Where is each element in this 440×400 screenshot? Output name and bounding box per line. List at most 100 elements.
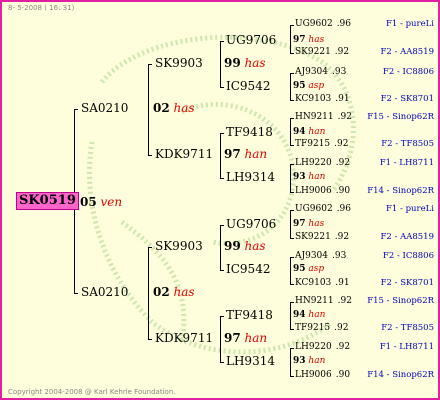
gen4-year: .92 [334, 139, 349, 149]
gen3-label[interactable]: LH9314 [226, 355, 275, 367]
gen4-label[interactable]: SK9221.92 [295, 48, 349, 57]
bracket-gen3 [290, 257, 291, 284]
connector-gen4 [290, 164, 294, 165]
gen4-year: .90 [335, 186, 351, 196]
gen3-gen-num: 94 [293, 310, 306, 320]
gen4-id: AJ9304 [295, 251, 329, 261]
copyright: Copyright 2004-2008 @ Karl Kehrle Founda… [8, 388, 176, 396]
gen3-gen-num: 95 [293, 264, 306, 274]
gen4-label[interactable]: LH9006.90 [295, 187, 350, 196]
connector-gen3 [220, 316, 224, 317]
gen4-source: F2 - SK8701 [380, 94, 434, 104]
gen3-label[interactable]: TF9418 [226, 126, 273, 138]
gen3-label[interactable]: LH9314 [226, 171, 275, 183]
connector-gen4 [290, 53, 294, 54]
bracket-gen2 [220, 41, 221, 87]
gen4-id: LH9220 [295, 158, 332, 168]
gen4-label[interactable]: AJ9304.93 [295, 68, 346, 77]
gen4-label[interactable]: HN9211.92 [295, 297, 352, 306]
gen3-gen-num: 97 [293, 35, 306, 45]
gen4-source: F14 - Sinop62R [367, 186, 434, 196]
gen4-label[interactable]: AJ9304.93 [295, 252, 346, 261]
gen3-gen-tag: has [308, 219, 325, 229]
gen4-label[interactable]: LH9006.90 [295, 371, 350, 380]
bracket-gen3 [290, 25, 291, 53]
gen2-label[interactable]: KDK9711 [155, 148, 213, 160]
gen1-label[interactable]: SA0210 [81, 102, 128, 114]
gen4-year: .90 [335, 370, 351, 380]
gen3-gen-tag: han [308, 172, 326, 182]
root-label: SK0519 [19, 193, 76, 208]
gen4-source: F2 - TF8505 [381, 323, 434, 333]
gen4-label[interactable]: SK9221.92 [295, 233, 349, 242]
gen4-label[interactable]: LH9220.92 [295, 159, 350, 168]
connector-gen4 [290, 25, 294, 26]
gen3-generation: 94 han [293, 128, 325, 137]
gen4-id: SK9221 [295, 232, 331, 242]
gen2-gen-tag: han [244, 147, 268, 161]
gen4-label[interactable]: UG9602.96 [295, 20, 351, 29]
gen2-generation: 99 has [224, 240, 266, 252]
gen3-label[interactable]: IC9542 [226, 263, 270, 275]
gen3-gen-tag: han [308, 310, 326, 320]
root-gen-tag: ven [100, 195, 123, 209]
gen3-gen-num: 94 [293, 127, 306, 137]
gen4-id: LH9006 [295, 370, 332, 380]
gen2-label[interactable]: KDK9711 [155, 332, 213, 344]
connector-gen4 [290, 210, 294, 211]
connector-gen3 [220, 178, 224, 179]
gen4-source: F2 - AA8519 [380, 47, 435, 57]
connector-gen4 [290, 100, 294, 101]
gen4-label[interactable]: UG9602.96 [295, 205, 351, 214]
gen3-gen-num: 97 [293, 219, 306, 229]
gen3-generation: 94 han [293, 311, 325, 320]
gen4-label[interactable]: LH9220.92 [295, 343, 350, 352]
gen4-id: UG9602 [295, 204, 333, 214]
gen2-gen-num: 97 [224, 147, 241, 161]
root-gen-num: 05 [80, 195, 97, 209]
root-generation: 05 ven [80, 195, 122, 209]
gen4-year: .91 [335, 278, 350, 288]
gen4-label[interactable]: HN9211.92 [295, 113, 352, 122]
gen4-label[interactable]: KC9103.91 [295, 279, 350, 288]
gen3-label[interactable]: UG9706 [226, 218, 276, 230]
gen3-label[interactable]: TF9418 [226, 309, 273, 321]
gen2-label[interactable]: SK9903 [155, 57, 203, 69]
connector-gen1 [74, 109, 78, 110]
gen4-source: F15 - Sinop62R [367, 296, 434, 306]
gen4-source: F2 - AA8519 [380, 232, 435, 242]
gen4-year: .93 [332, 251, 347, 261]
gen3-generation: 95 asp [293, 82, 324, 91]
bracket-gen2 [220, 316, 221, 362]
gen3-gen-num: 93 [293, 356, 306, 366]
gen2-gen-tag: han [244, 331, 268, 345]
bracket-gen3 [290, 73, 291, 100]
gen3-gen-tag: asp [308, 81, 325, 91]
gen2-gen-num: 99 [224, 239, 241, 253]
connector-gen4 [290, 257, 294, 258]
connector-gen4 [290, 145, 294, 146]
gen4-label[interactable]: TF9215.92 [295, 140, 348, 149]
gen4-source: F2 - TF8505 [381, 139, 434, 149]
gen3-label[interactable]: UG9706 [226, 34, 276, 46]
gen4-id: LH9006 [295, 186, 332, 196]
gen3-generation: 97 has [293, 36, 324, 45]
gen2-label[interactable]: SK9903 [155, 240, 203, 252]
bracket-gen3 [290, 118, 291, 145]
gen1-gen-num: 02 [153, 101, 170, 115]
gen4-label[interactable]: KC9103.91 [295, 95, 350, 104]
gen4-id: UG9602 [295, 19, 333, 29]
connector-gen4 [290, 238, 294, 239]
root-animal[interactable]: SK0519 [16, 192, 79, 211]
bracket-gen3 [290, 210, 291, 238]
gen4-source: F15 - Sinop62R [367, 112, 434, 122]
gen1-label[interactable]: SA0210 [81, 286, 128, 298]
gen4-year: .96 [336, 204, 352, 214]
gen4-source: F14 - Sinop62R [367, 370, 434, 380]
gen3-label[interactable]: IC9542 [226, 80, 270, 92]
gen4-year: .93 [332, 67, 347, 77]
gen4-source: F2 - SK8701 [380, 278, 434, 288]
gen4-id: HN9211 [295, 112, 334, 122]
gen4-label[interactable]: TF9215.92 [295, 324, 348, 333]
header-date: 8- 5-2008 ( 16: 31) [8, 4, 75, 12]
